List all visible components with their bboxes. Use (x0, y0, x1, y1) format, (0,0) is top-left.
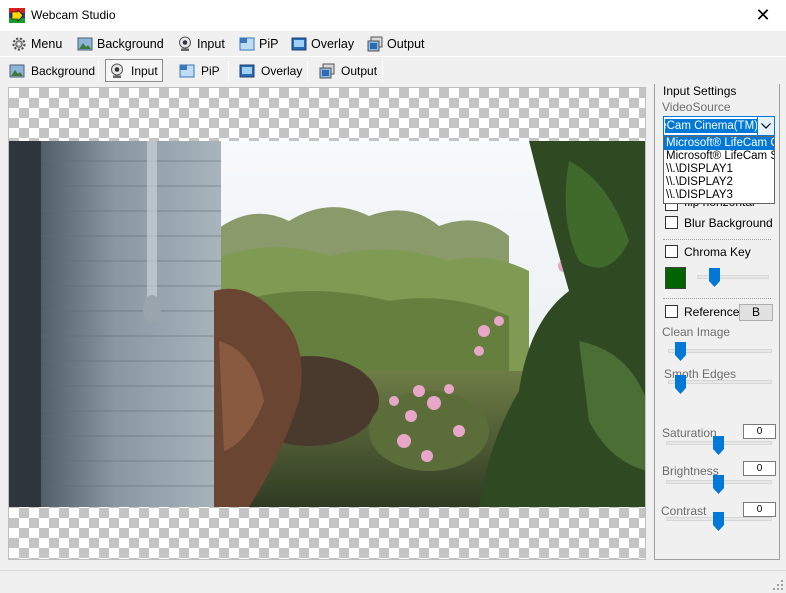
toolbar-output-button[interactable]: Output (316, 59, 377, 82)
background-image-icon (77, 37, 93, 51)
video-source-option[interactable]: Microsoft® LifeCam Cin (664, 137, 774, 150)
video-source-select[interactable]: eCam Cinema(TM) (663, 116, 775, 136)
contrast-label: Contrast (661, 504, 707, 518)
output-icon (367, 36, 383, 52)
blur-background-label: Blur Background (684, 216, 773, 230)
chroma-key-checkbox[interactable] (665, 245, 678, 258)
toolbar-input-button[interactable]: Input (105, 59, 163, 82)
menu-item-label: PiP (259, 37, 279, 51)
menu-item-output[interactable]: Output (367, 34, 425, 54)
blur-background-checkbox[interactable] (665, 216, 678, 229)
output-icon (319, 63, 335, 78)
resize-grip-icon[interactable] (773, 580, 783, 590)
close-icon: ✕ (755, 5, 771, 25)
chroma-slider-track[interactable] (697, 275, 769, 279)
panel-title: Input Settings (663, 84, 737, 98)
toolbar-label: Output (341, 63, 378, 78)
menu-item-input[interactable]: Input (177, 34, 225, 54)
clean-image-label: Clean Image (662, 325, 731, 339)
toolbar-background-button[interactable]: Background (6, 59, 95, 82)
video-source-options: Microsoft® LifeCam Cin Microsoft® LifeCa… (663, 136, 775, 204)
contrast-slider-thumb[interactable] (713, 512, 724, 531)
saturation-label: Saturation (662, 426, 717, 440)
toolbar-pip-button[interactable]: PiP (176, 59, 220, 82)
window-title: Webcam Studio (31, 8, 116, 22)
toolbar-label: Overlay (261, 63, 303, 78)
chroma-color-swatch[interactable] (665, 267, 686, 289)
menu-item-label: Input (197, 37, 225, 51)
reference-label: Reference (684, 305, 740, 319)
pip-icon (239, 37, 255, 51)
chroma-slider-thumb[interactable] (709, 268, 720, 287)
menu-item-label: Output (387, 37, 425, 51)
webcam-frame-image (9, 141, 645, 507)
status-bar (0, 570, 786, 593)
toolbar-label: PiP (201, 63, 220, 78)
video-source-selected-value: eCam Cinema(TM) (665, 119, 758, 133)
brightness-value[interactable]: 0 (743, 461, 776, 476)
reference-checkbox[interactable] (665, 305, 678, 318)
video-source-label: VideoSource (662, 100, 731, 114)
menu-bar: Menu Background Input PiP Overlay Output (0, 31, 786, 55)
webcam-icon (111, 63, 123, 78)
video-source-option[interactable]: \\.\DISPLAY2 (664, 176, 774, 189)
toolbar-label: Input (131, 63, 158, 78)
menu-item-background[interactable]: Background (77, 34, 164, 54)
chevron-down-icon (761, 123, 771, 129)
video-source-option[interactable]: \\.\DISPLAY3 (664, 189, 774, 202)
menu-item-label: Menu (31, 37, 63, 51)
app-logo-icon (9, 8, 25, 23)
toolbar-separator (382, 61, 383, 81)
smooth-edges-slider-thumb[interactable] (675, 375, 686, 394)
overlay-icon (291, 37, 307, 51)
video-source-option[interactable]: \\.\DISPLAY1 (664, 163, 774, 176)
saturation-slider-thumb[interactable] (713, 436, 724, 455)
toolbar-separator (307, 61, 308, 81)
title-bar: Webcam Studio ✕ (0, 0, 786, 31)
menu-item-label: Overlay (311, 37, 355, 51)
divider (663, 239, 771, 240)
brightness-slider-thumb[interactable] (713, 475, 724, 494)
dropdown-toggle[interactable] (757, 117, 774, 135)
menu-item-label: Background (97, 37, 164, 51)
reference-b-button[interactable]: B (739, 304, 773, 321)
menu-item-menu[interactable]: Menu (11, 34, 62, 54)
video-preview[interactable] (8, 87, 646, 560)
clean-image-slider-thumb[interactable] (675, 342, 686, 361)
chroma-key-label: Chroma Key (684, 245, 751, 259)
gear-icon (12, 37, 26, 51)
pip-icon (179, 64, 195, 77)
contrast-value[interactable]: 0 (743, 502, 776, 517)
saturation-value[interactable]: 0 (743, 424, 776, 439)
menu-item-pip[interactable]: PiP (239, 34, 278, 54)
toolbar-separator (228, 61, 229, 81)
toolbar-label: Background (31, 63, 96, 78)
brightness-label: Brightness (662, 464, 719, 478)
divider (663, 298, 771, 299)
webcam-icon (179, 36, 191, 51)
background-image-icon (9, 64, 25, 77)
toolbar-separator (98, 61, 99, 81)
video-source-option[interactable]: Microsoft® LifeCam Stu (664, 150, 774, 163)
menu-item-overlay[interactable]: Overlay (291, 34, 354, 54)
toolbar: Background Input PiP Overlay Output (0, 56, 786, 83)
close-button[interactable]: ✕ (740, 0, 786, 31)
overlay-icon (239, 64, 255, 77)
toolbar-overlay-button[interactable]: Overlay (236, 59, 302, 82)
